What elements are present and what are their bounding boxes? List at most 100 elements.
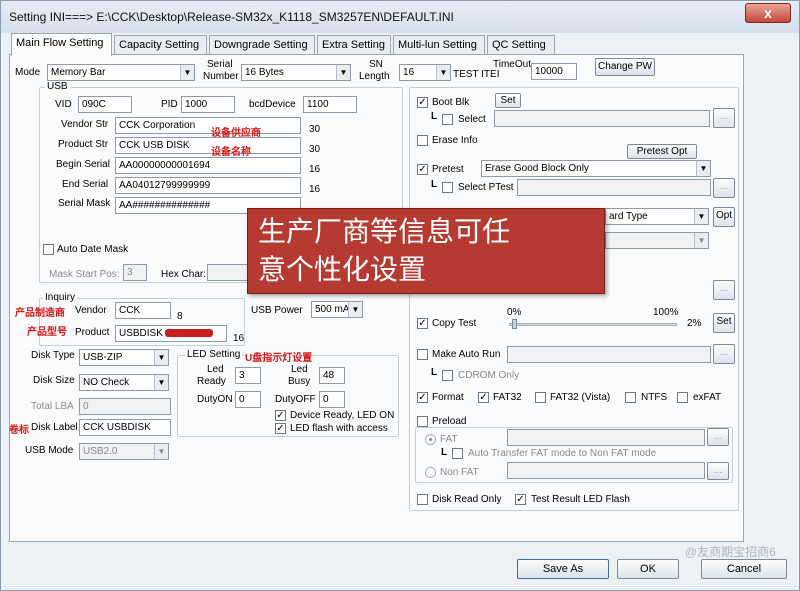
hidden-browse-button[interactable]: ... <box>713 280 735 300</box>
pretest-checkbox[interactable]: ✓ <box>417 164 428 175</box>
boot-blk-set-button[interactable]: Set <box>495 93 521 108</box>
tab-capacity-setting[interactable]: Capacity Setting <box>114 35 207 55</box>
select-ptest-path[interactable] <box>517 179 711 196</box>
tab-downgrade-setting[interactable]: Downgrade Setting <box>209 35 315 55</box>
copy-test-checkbox[interactable]: ✓ <box>417 318 428 329</box>
mode-select[interactable]: Memory Bar ▼ <box>47 64 195 81</box>
sn-length-select[interactable]: 16 ▼ <box>399 64 451 81</box>
fat-radio[interactable] <box>425 434 436 445</box>
non-fat-path[interactable] <box>507 462 705 479</box>
test-result-led-checkbox[interactable]: ✓ <box>515 494 526 505</box>
copy-test-set-button[interactable]: Set <box>713 313 735 333</box>
fat-browse-button[interactable]: ... <box>707 428 729 446</box>
board-sub-select[interactable]: ▼ <box>605 232 709 249</box>
dutyon-input[interactable]: 0 <box>235 391 261 408</box>
disk-type-select[interactable]: USB-ZIP ▼ <box>79 349 169 366</box>
preload-checkbox[interactable] <box>417 416 428 427</box>
disk-size-label: Disk Size <box>33 375 75 386</box>
chevron-down-icon: ▼ <box>694 209 708 224</box>
ptest-browse-button[interactable]: ... <box>713 178 735 198</box>
fat-path[interactable] <box>507 429 705 446</box>
non-fat-browse-button[interactable]: ... <box>707 462 729 480</box>
title-bar: Setting INI===> E:\CCK\Desktop\Release-S… <box>1 1 799 33</box>
boot-blk-checkbox[interactable]: ✓ <box>417 97 428 108</box>
tab-extra-setting[interactable]: Extra Setting <box>317 35 391 55</box>
chevron-down-icon: ▼ <box>154 375 168 390</box>
pretest-opt-button[interactable]: Pretest Opt <box>627 144 697 159</box>
total-lba-input[interactable]: 0 <box>79 398 171 415</box>
make-auto-run-checkbox[interactable] <box>417 349 428 360</box>
fat32-vista-checkbox[interactable] <box>535 392 546 403</box>
save-as-button[interactable]: Save As <box>517 559 609 579</box>
close-button[interactable]: x <box>745 3 791 23</box>
total-lba-label: Total LBA <box>31 401 74 412</box>
board-opt-button[interactable]: Opt <box>713 207 735 227</box>
chevron-down-icon: ▼ <box>336 65 350 80</box>
inquiry-product-input[interactable]: USBDISK <box>115 325 227 342</box>
pid-input[interactable]: 1000 <box>181 96 235 113</box>
dutyoff-input[interactable]: 0 <box>319 391 345 408</box>
mask-start-pos-input[interactable]: 3 <box>123 264 147 281</box>
change-pw-button[interactable]: Change PW <box>595 58 655 76</box>
inquiry-product-label: Product <box>75 327 110 338</box>
boot-select-checkbox[interactable] <box>442 114 453 125</box>
inquiry-vendor-length: 8 <box>177 311 183 322</box>
chevron-down-icon: ▼ <box>180 65 194 80</box>
ntfs-checkbox[interactable] <box>625 392 636 403</box>
product-str-input[interactable]: CCK USB DISK <box>115 137 301 154</box>
hex-char-input[interactable] <box>207 264 251 281</box>
disk-label-input[interactable]: CCK USBDISK <box>79 419 171 436</box>
pretest-select[interactable]: Erase Good Block Only ▼ <box>481 160 711 177</box>
non-fat-radio[interactable] <box>425 467 436 478</box>
cdrom-only-checkbox[interactable] <box>442 370 453 381</box>
redaction-mark <box>164 329 213 338</box>
ok-button[interactable]: OK <box>617 559 679 579</box>
led-busy-input[interactable]: 48 <box>319 367 345 384</box>
product-str-note: 设备名称 <box>211 147 251 158</box>
disk-read-only-checkbox[interactable] <box>417 494 428 505</box>
tab-qc-setting[interactable]: QC Setting <box>487 35 555 55</box>
tab-multi-lun-setting[interactable]: Multi-lun Setting <box>393 35 485 55</box>
device-ready-checkbox[interactable]: ✓ <box>275 410 286 421</box>
format-checkbox[interactable]: ✓ <box>417 392 428 403</box>
led-flash-checkbox[interactable]: ✓ <box>275 423 286 434</box>
fat32-vista-label: FAT32 (Vista) <box>550 392 611 403</box>
settings-window: Setting INI===> E:\CCK\Desktop\Release-S… <box>0 0 800 591</box>
led-ready-input[interactable]: 3 <box>235 367 261 384</box>
auto-transfer-checkbox[interactable] <box>452 448 463 459</box>
fat32-checkbox[interactable]: ✓ <box>478 392 489 403</box>
auto-run-browse-button[interactable]: ... <box>713 344 735 364</box>
disk-type-value: USB-ZIP <box>83 352 123 363</box>
select-ptest-checkbox[interactable] <box>442 182 453 193</box>
vendor-str-input[interactable]: CCK Corporation <box>115 117 301 134</box>
tab-main-flow-setting[interactable]: Main Flow Setting <box>11 33 112 56</box>
copy-test-slider[interactable] <box>509 323 677 326</box>
serial-number-label-1: Serial <box>207 59 233 70</box>
test-result-led-label: Test Result LED Flash <box>531 494 630 505</box>
sn-length-label-2: Length <box>359 71 390 82</box>
timeout-input[interactable]: 10000 <box>531 63 577 80</box>
erase-info-checkbox[interactable] <box>417 135 428 146</box>
usb-mode-select[interactable]: USB2.0 ▼ <box>79 443 169 460</box>
copy-test-slider-thumb[interactable] <box>512 319 518 329</box>
boot-browse-button[interactable]: ... <box>713 108 735 128</box>
end-serial-input[interactable]: AA04012799999999 <box>115 177 301 194</box>
auto-run-path[interactable] <box>507 346 711 363</box>
auto-date-mask-checkbox[interactable] <box>43 244 54 255</box>
serial-number-select[interactable]: 16 Bytes ▼ <box>241 64 351 81</box>
vid-input[interactable]: 090C <box>78 96 132 113</box>
board-type-select[interactable]: ard Type ▼ <box>605 208 709 225</box>
exfat-checkbox[interactable] <box>677 392 688 403</box>
inquiry-product-length: 16 <box>233 333 245 344</box>
inquiry-vendor-input[interactable]: CCK <box>115 302 171 319</box>
bcd-device-input[interactable]: 1100 <box>303 96 357 113</box>
cancel-button[interactable]: Cancel <box>701 559 787 579</box>
usb-power-select[interactable]: 500 mA ▼ <box>311 301 363 318</box>
fat32-label: FAT32 <box>493 392 522 403</box>
progress-0-label: 0% <box>507 307 522 318</box>
boot-select-path[interactable] <box>494 110 710 127</box>
begin-serial-input[interactable]: AA00000000001694 <box>115 157 301 174</box>
vendor-str-label: Vendor Str <box>61 119 109 130</box>
serial-number-label-2: Number <box>203 71 239 82</box>
disk-size-select[interactable]: NO Check ▼ <box>79 374 169 391</box>
